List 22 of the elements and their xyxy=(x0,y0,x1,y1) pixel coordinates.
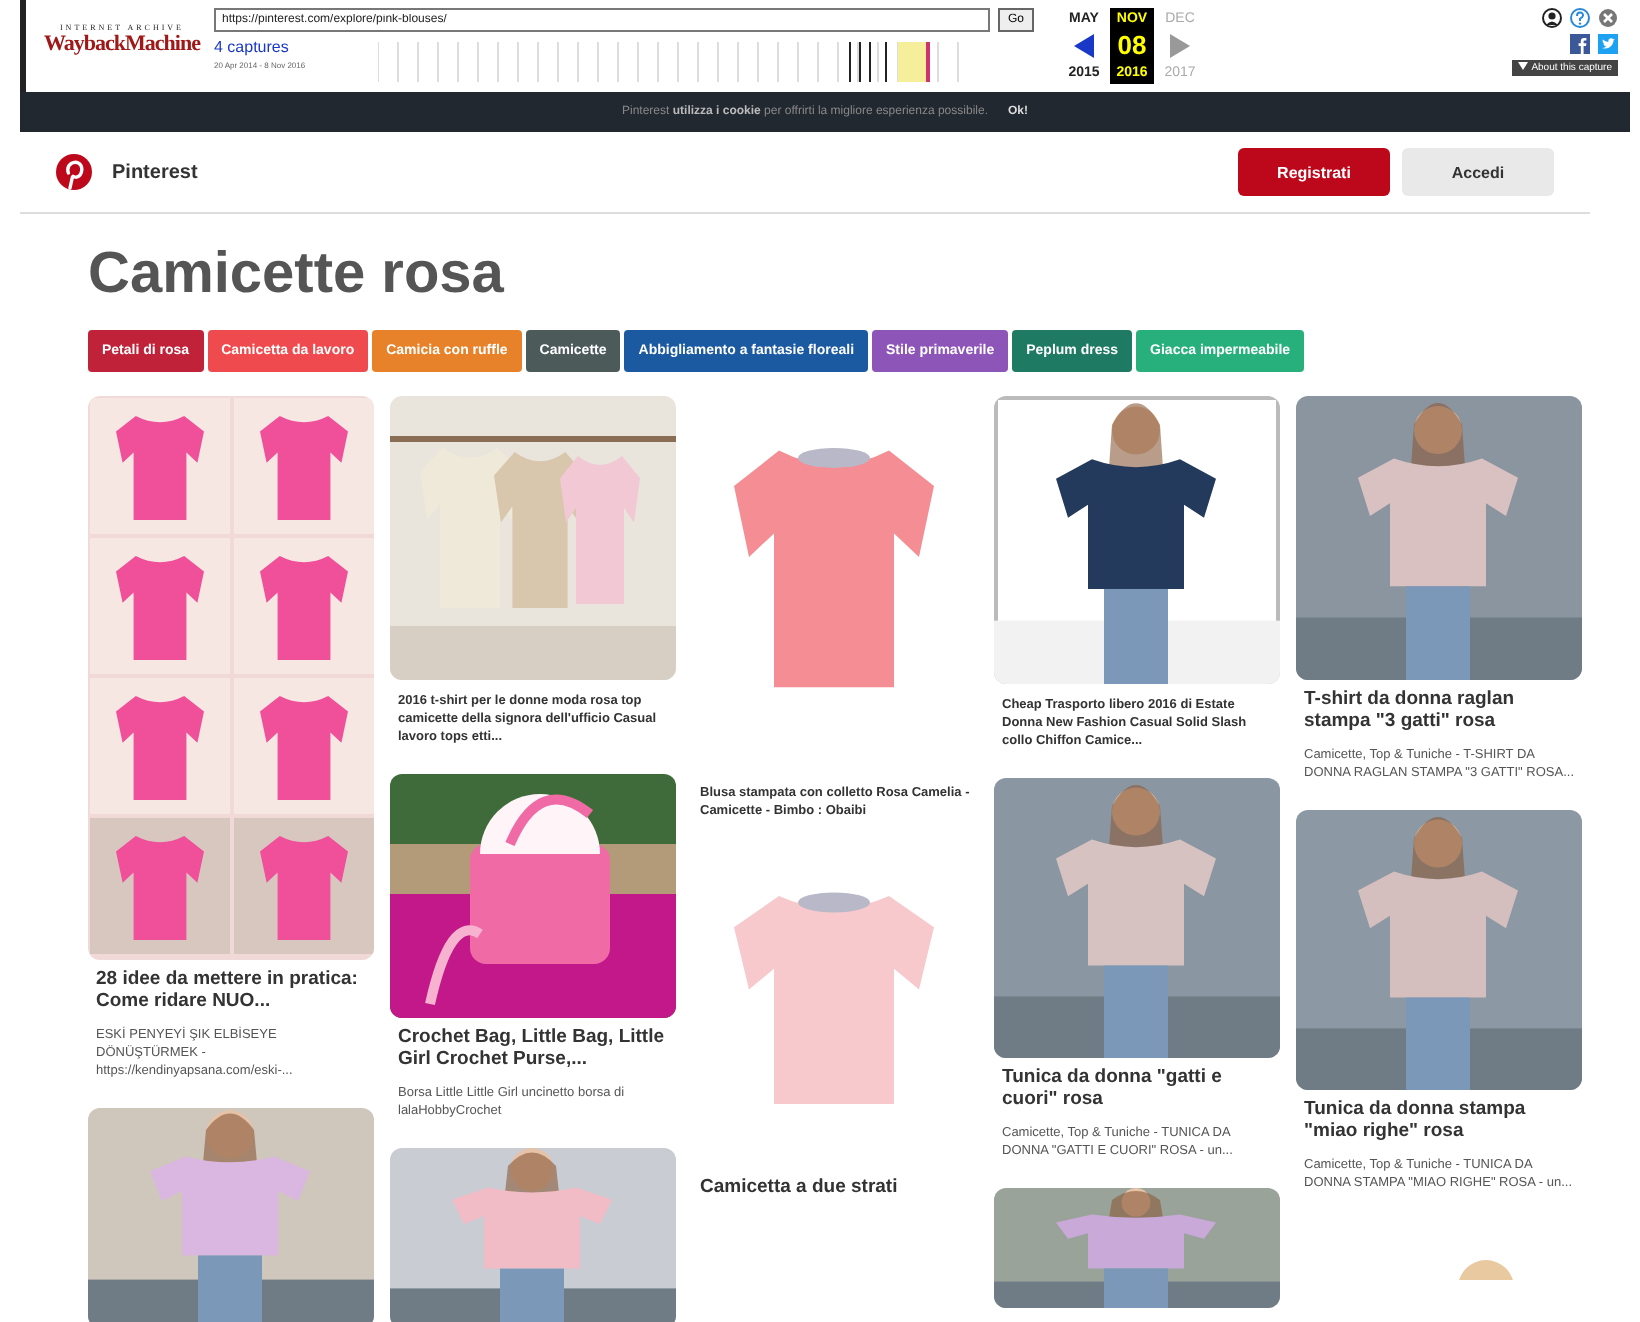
facebook-icon[interactable] xyxy=(1570,34,1590,54)
pin-title[interactable]: Crochet Bag, Little Bag, Little Girl Crochet Purse,... xyxy=(398,1026,668,1070)
close-icon[interactable] xyxy=(1598,8,1618,28)
next-arrow-icon[interactable] xyxy=(1170,34,1190,58)
captures-link[interactable]: 4 captures xyxy=(214,38,370,56)
previous-arrow-icon[interactable] xyxy=(1074,34,1094,58)
caret-icon xyxy=(1517,62,1528,70)
pin-title[interactable]: T-shirt da donna raglan stampa "3 gatti" rosa xyxy=(1304,688,1574,732)
page-title: Camicette rosa xyxy=(88,240,506,310)
pin-title[interactable]: Camicetta a due strati xyxy=(700,1176,970,1198)
help-icon[interactable] xyxy=(1570,8,1590,28)
brand-name[interactable]: Pinterest xyxy=(112,161,198,183)
pinterest-logo-icon[interactable] xyxy=(56,154,92,190)
pin-title[interactable]: Tunica da donna stampa "miao righe" rosa xyxy=(1304,1098,1574,1142)
wayback-logo[interactable]: WaybackMachine xyxy=(44,32,200,56)
day-label: 08 xyxy=(1117,30,1147,62)
signup-button[interactable]: Registrati xyxy=(1238,148,1390,196)
user-icon[interactable] xyxy=(1542,8,1562,28)
twitter-icon[interactable] xyxy=(1598,34,1618,54)
pin-title[interactable]: Tunica da donna "gatti e cuori" rosa xyxy=(1002,1066,1272,1110)
login-button[interactable]: Accedi xyxy=(1402,148,1554,196)
pin-title[interactable]: 28 idee da mettere in pratica: Come ridare NUO... xyxy=(96,968,366,1012)
